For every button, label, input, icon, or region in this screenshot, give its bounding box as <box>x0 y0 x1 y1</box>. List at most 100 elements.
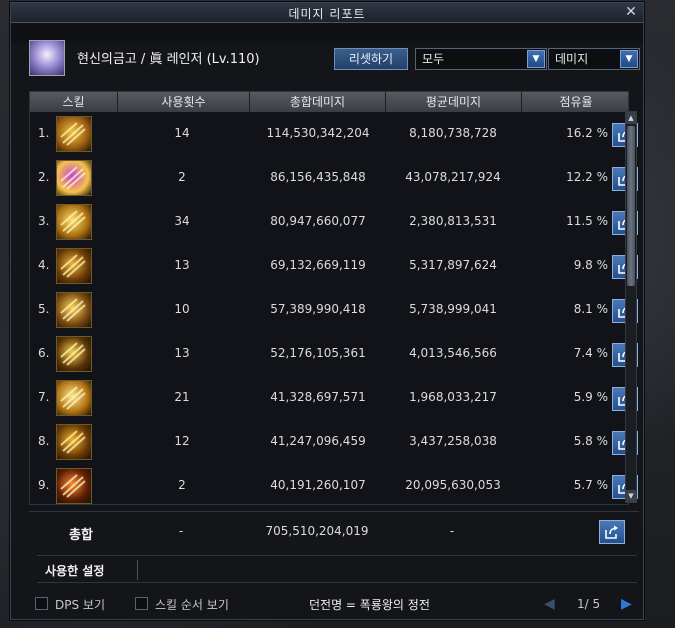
table-row: 8. 12 41,247,096,459 3,437,258,038 5.8 % <box>30 420 638 464</box>
used-settings-label: 사용한 설정 <box>45 564 105 578</box>
row-avg-damage: 3,437,258,038 <box>409 434 497 448</box>
dps-view-checkbox[interactable] <box>35 597 48 610</box>
next-page-icon[interactable]: ▶ <box>621 596 632 612</box>
row-total-damage: 41,247,096,459 <box>270 434 366 448</box>
row-rank: 6. <box>38 346 50 360</box>
row-total-damage: 57,389,990,418 <box>270 302 366 316</box>
row-total-damage: 69,132,669,119 <box>270 258 366 272</box>
table-header: 스킬 사용횟수 총합데미지 평균데미지 점유율 <box>30 92 628 112</box>
damage-report-window: 데미지 리포트 ✕ 현신의금고 / 眞 레인저 (Lv.110) 리셋하기 모두… <box>10 2 644 620</box>
close-icon[interactable]: ✕ <box>623 4 639 20</box>
column-skill: 스킬 <box>30 92 118 112</box>
row-share: 5.9 % <box>573 390 608 404</box>
skill-icon <box>56 336 92 372</box>
character-class-icon <box>29 40 65 76</box>
row-share: 5.8 % <box>573 434 608 448</box>
skill-icon <box>56 380 92 416</box>
row-count: 14 <box>174 126 190 140</box>
row-count: 34 <box>174 214 190 228</box>
row-rank: 7. <box>38 390 50 404</box>
row-share: 16.2 % <box>566 126 608 140</box>
row-rank: 1. <box>38 126 50 140</box>
skill-icon <box>56 468 92 504</box>
total-damage: 705,510,204,019 <box>265 524 369 538</box>
dps-view-label: DPS 보기 <box>55 598 105 612</box>
row-share: 7.4 % <box>573 346 608 360</box>
sort-filter-value: 데미지 <box>555 52 589 66</box>
row-avg-damage: 20,095,630,053 <box>405 478 501 492</box>
row-rank: 9. <box>38 478 50 492</box>
row-avg-damage: 8,180,738,728 <box>409 126 497 140</box>
row-rank: 3. <box>38 214 50 228</box>
table-scrollbar[interactable]: ▲ ▼ <box>625 111 637 503</box>
used-settings-tab[interactable]: 사용한 설정 <box>37 555 637 583</box>
row-share: 5.7 % <box>573 478 608 492</box>
scroll-up-icon[interactable]: ▲ <box>626 112 636 124</box>
sort-filter-select[interactable]: 데미지 ▼ <box>548 48 640 70</box>
window-title: 데미지 리포트 <box>288 7 366 21</box>
row-total-damage: 40,191,260,107 <box>270 478 366 492</box>
bottom-bar: DPS 보기 스킬 순서 보기 던전명 = 폭룡왕의 정전 ◀ 1/ 5 ▶ <box>11 593 643 619</box>
skill-icon <box>56 204 92 240</box>
table-row: 5. 10 57,389,990,418 5,738,999,041 8.1 % <box>30 288 638 332</box>
row-avg-damage: 5,317,897,624 <box>409 258 497 272</box>
row-share: 12.2 % <box>566 170 608 184</box>
dropdown-arrow-icon[interactable]: ▼ <box>620 50 638 68</box>
row-rank: 4. <box>38 258 50 272</box>
row-avg-damage: 2,380,813,531 <box>409 214 497 228</box>
target-filter-select[interactable]: 모두 ▼ <box>415 48 547 70</box>
row-total-damage: 41,328,697,571 <box>270 390 366 404</box>
table-row: 1. 14 114,530,342,204 8,180,738,728 16.2… <box>30 112 638 156</box>
skill-icon <box>56 160 92 196</box>
tab-divider <box>137 560 138 580</box>
row-rank: 2. <box>38 170 50 184</box>
row-avg-damage: 4,013,546,566 <box>409 346 497 360</box>
row-count: 2 <box>178 478 186 492</box>
row-count: 13 <box>174 346 190 360</box>
page-indicator: 1/ 5 <box>577 597 601 611</box>
row-total-damage: 80,947,660,077 <box>270 214 366 228</box>
total-count: - <box>178 524 184 538</box>
target-filter-value: 모두 <box>422 52 445 66</box>
table-row: 4. 13 69,132,669,119 5,317,897,624 9.8 % <box>30 244 638 288</box>
total-share-button[interactable] <box>599 520 625 544</box>
column-count: 사용횟수 <box>118 92 250 112</box>
total-label: 총합 <box>69 528 93 543</box>
table-row: 9. 2 40,191,260,107 20,095,630,053 5.7 % <box>30 464 638 508</box>
dungeon-name: 던전명 = 폭룡왕의 정전 <box>309 598 430 612</box>
table-row: 2. 2 86,156,435,848 43,078,217,924 12.2 … <box>30 156 638 200</box>
skill-icon <box>56 292 92 328</box>
skill-order-checkbox[interactable] <box>135 597 148 610</box>
row-avg-damage: 5,738,999,041 <box>409 302 497 316</box>
scroll-down-icon[interactable]: ▼ <box>626 490 636 502</box>
row-count: 10 <box>174 302 190 316</box>
scroll-thumb[interactable] <box>627 126 635 286</box>
dropdown-arrow-icon[interactable]: ▼ <box>527 50 545 68</box>
table-row: 7. 21 41,328,697,571 1,968,033,217 5.9 % <box>30 376 638 420</box>
column-share: 점유율 <box>559 95 593 109</box>
skill-icon <box>56 248 92 284</box>
skill-damage-table: 스킬 사용횟수 총합데미지 평균데미지 점유율 1. 14 114,530,34… <box>29 91 638 508</box>
table-row: 3. 34 80,947,660,077 2,380,813,531 11.5 … <box>30 200 638 244</box>
reset-button[interactable]: 리셋하기 <box>334 48 408 70</box>
row-total-damage: 52,176,105,361 <box>270 346 366 360</box>
report-header: 현신의금고 / 眞 레인저 (Lv.110) 리셋하기 모두 ▼ 데미지 ▼ <box>11 37 643 87</box>
row-share: 8.1 % <box>573 302 608 316</box>
prev-page-icon[interactable]: ◀ <box>544 596 555 612</box>
row-share: 9.8 % <box>573 258 608 272</box>
row-share: 11.5 % <box>566 214 608 228</box>
row-avg-damage: 43,078,217,924 <box>405 170 501 184</box>
title-bar[interactable]: 데미지 리포트 ✕ <box>11 3 643 23</box>
column-avg-damage: 평균데미지 <box>386 92 522 112</box>
skill-icon <box>56 424 92 460</box>
character-name: 현신의금고 / 眞 레인저 (Lv.110) <box>77 52 260 67</box>
total-avg: - <box>449 524 455 538</box>
row-avg-damage: 1,968,033,217 <box>409 390 497 404</box>
share-icon <box>605 525 618 539</box>
row-count: 2 <box>178 170 186 184</box>
table-row: 6. 13 52,176,105,361 4,013,546,566 7.4 % <box>30 332 638 376</box>
row-total-damage: 86,156,435,848 <box>270 170 366 184</box>
skill-order-label: 스킬 순서 보기 <box>155 598 229 612</box>
total-row: 총합 - 705,510,204,019 - <box>29 511 639 551</box>
row-total-damage: 114,530,342,204 <box>266 126 370 140</box>
